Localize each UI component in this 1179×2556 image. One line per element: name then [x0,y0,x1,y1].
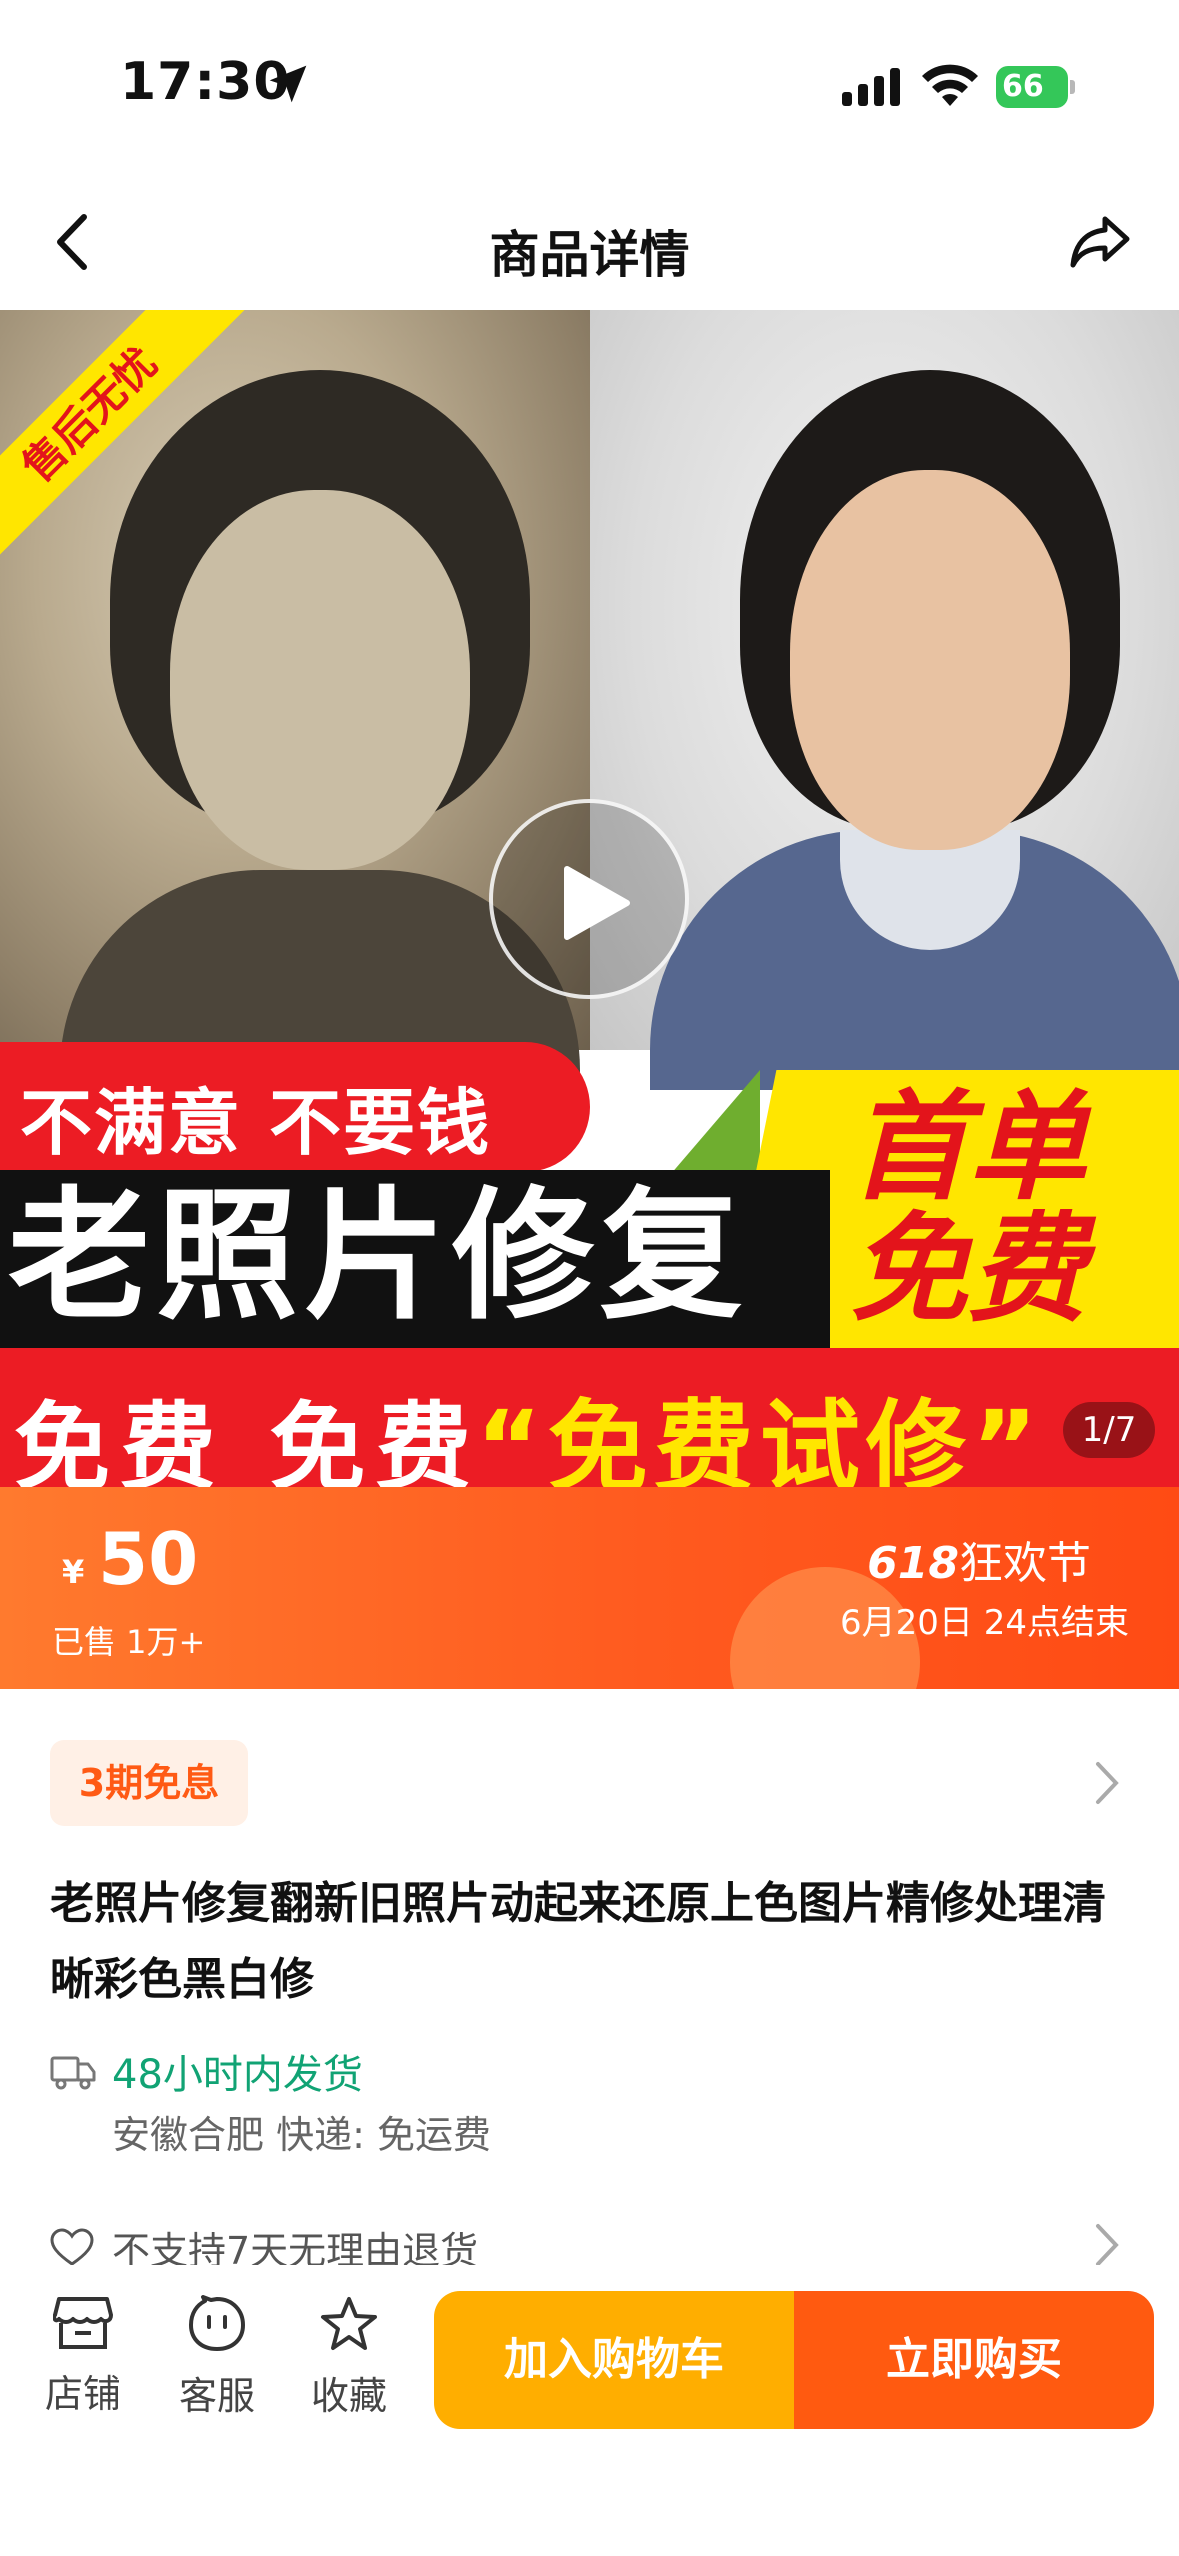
shipping-origin: 安徽合肥 快递: 免运费 [112,2113,491,2157]
buy-now-button[interactable]: 立即购买 [794,2291,1154,2429]
headline-banner: 老照片修复 [0,1170,830,1348]
price-currency: ¥ [62,1553,85,1591]
battery-icon: 66 [996,66,1076,108]
chevron-right-icon[interactable] [1092,1760,1122,1806]
service-face-icon [189,2295,245,2351]
page-title: 商品详情 [489,226,690,284]
battery-level: 66 [1002,69,1044,104]
product-title: 老照片修复翻新旧照片动起来还原上色图片精修处理清晰彩色黑白修 [50,1878,1106,2005]
product-hero-image[interactable]: 售后无忧 首单 免费 不满意 不要钱 老照片修复 免费 免费 “免费试修” 1/… [0,310,1179,1487]
price-value: 50 [98,1517,199,1601]
image-page-indicator: 1/7 [1063,1402,1155,1458]
customer-service-button[interactable]: 客服 [162,2295,272,2420]
sold-count: 已售 1万+ [52,1623,206,1661]
shipping-time: 48小时内发货 [112,2052,363,2098]
share-button[interactable] [1065,207,1135,277]
add-to-cart-button[interactable]: 加入购物车 [434,2291,794,2429]
promo-end-time: 6月20日 24点结束 [840,1603,1129,1643]
chevron-right-icon[interactable] [1092,2222,1122,2268]
star-icon [321,2297,377,2350]
status-time: 17:30 [120,52,291,112]
play-icon [564,866,630,940]
wifi-icon [922,64,978,106]
bottom-action-bar: 店铺 客服 收藏 加入购物车 立即购买 [0,2265,1179,2556]
nav-bar: 商品详情 [0,175,1179,310]
store-icon [53,2297,113,2349]
slogan-banner: 不满意 不要钱 [0,1042,590,1172]
favorite-button[interactable]: 收藏 [294,2295,404,2420]
promo-title: 618狂欢节 [867,1538,1091,1589]
signal-icon [842,68,900,106]
free-trial-banner: 免费 免费 “免费试修” [0,1348,1179,1487]
heart-icon [50,2228,94,2266]
delivery-truck-icon [50,2056,96,2090]
price-bar: ¥ 50 已售 1万+ 618狂欢节 6月20日 24点结束 [0,1487,1179,1689]
store-button[interactable]: 店铺 [28,2295,138,2418]
installment-tag[interactable]: 3期免息 [50,1740,248,1826]
status-bar: 17:30 66 [0,0,1179,175]
location-arrow-icon [269,65,307,103]
play-video-button[interactable] [489,799,689,999]
